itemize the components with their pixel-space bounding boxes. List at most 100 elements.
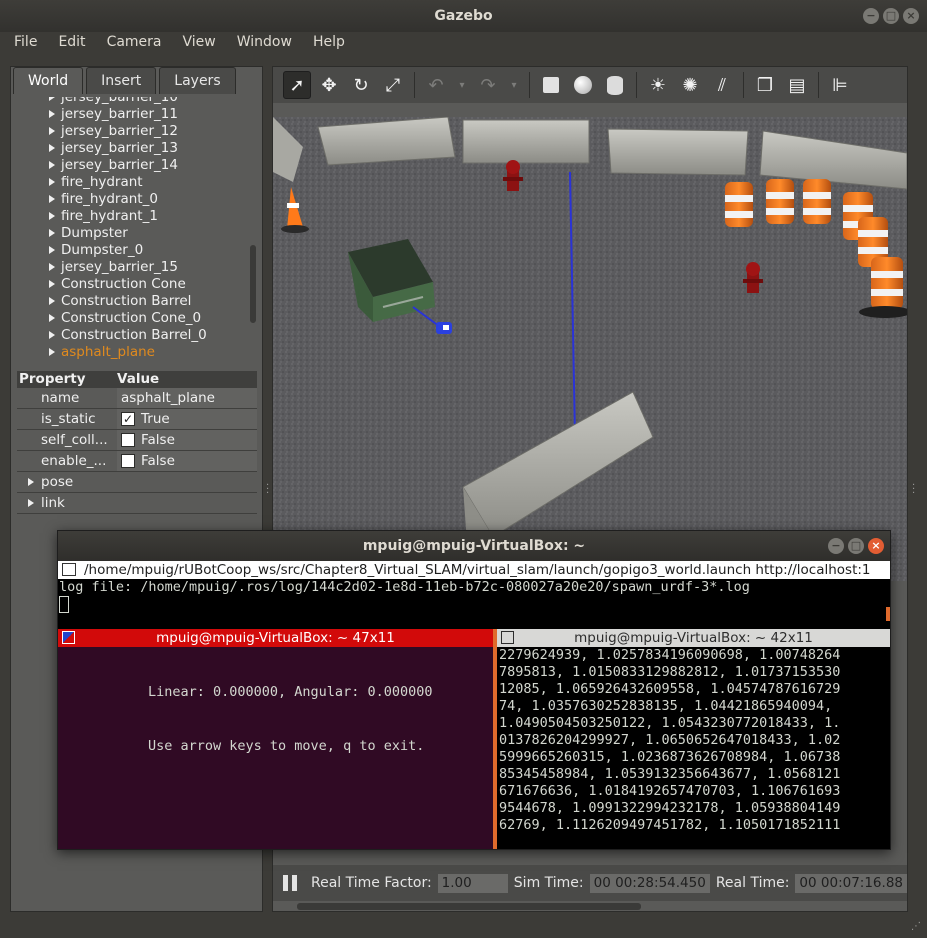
tree-item[interactable]: fire_hydrant (15, 174, 258, 191)
tree-item[interactable]: jersey_barrier_13 (15, 140, 258, 157)
undo-icon[interactable]: ↶ (422, 71, 450, 99)
minimize-icon[interactable]: − (828, 538, 844, 554)
tree-scrollbar[interactable] (250, 245, 256, 323)
tab-world[interactable]: World (13, 67, 84, 94)
output-line: 5999665260315, 1.0236873626708984, 1.067… (499, 749, 841, 765)
tree-item[interactable]: Construction Barrel_0 (15, 327, 258, 344)
maximize-icon[interactable]: □ (883, 8, 899, 24)
spot-light-icon[interactable]: ✺ (676, 71, 704, 99)
property-row-is-static: is_static ✓ True (17, 409, 257, 430)
splitter-handle-right[interactable]: · · · (912, 481, 915, 499)
tree-item[interactable]: fire_hydrant_1 (15, 208, 258, 225)
output-line: 74, 1.0357630252838135, 1.04421865940094… (499, 698, 833, 714)
enable-wind-checkbox[interactable] (121, 454, 135, 468)
copy-icon[interactable]: ❐ (751, 71, 779, 99)
translate-icon[interactable]: ✥ (315, 71, 343, 99)
maximize-icon[interactable]: □ (848, 538, 864, 554)
redo-dropdown-icon[interactable]: ▾ (506, 71, 522, 99)
value-column-header: Value (117, 371, 160, 387)
tree-item[interactable]: fire_hydrant_0 (15, 191, 258, 208)
property-key: name (41, 390, 80, 406)
align-icon[interactable]: ⊫ (826, 71, 854, 99)
toolbar-separator (743, 72, 744, 98)
tree-item[interactable]: jersey_barrier_15 (15, 259, 258, 276)
teleop-pane[interactable]: mpuig@mpuig-VirtualBox: ~ 47x11 Linear: … (58, 629, 493, 849)
terminal-tab-command[interactable]: /home/mpuig/rUBotCoop_ws/src/Chapter8_Vi… (58, 561, 890, 579)
tree-item[interactable]: jersey_barrier_10 (15, 97, 258, 106)
undo-dropdown-icon[interactable]: ▾ (454, 71, 470, 99)
menu-help[interactable]: Help (306, 32, 359, 56)
resize-grip[interactable]: ⋰ (911, 921, 921, 932)
tree-item[interactable]: jersey_barrier_11 (15, 106, 258, 123)
close-icon[interactable]: × (903, 8, 919, 24)
property-column-header: Property (19, 371, 86, 387)
sun-light-icon[interactable]: ☀ (644, 71, 672, 99)
model-tree[interactable]: jersey_barrier_10 jersey_barrier_11 jers… (15, 97, 258, 365)
menu-view[interactable]: View (176, 32, 230, 56)
horizontal-scrollbar[interactable] (297, 903, 641, 910)
menubar: File Edit Camera View Window Help (0, 32, 927, 56)
tree-item[interactable]: Construction Cone_0 (15, 310, 258, 327)
sphere-shape-icon[interactable] (569, 71, 597, 99)
property-group-link[interactable]: link (17, 493, 257, 514)
select-arrow-icon[interactable]: ➚ (283, 71, 311, 99)
scene-toolbar: ➚ ✥ ↻ ⤢ ↶ ▾ ↷ ▾ ☀ ✺ ⫽ ❐ ▤ ⊫ (273, 67, 907, 103)
toolbar-separator (529, 72, 530, 98)
minimize-icon[interactable]: − (863, 8, 879, 24)
tree-item-selected[interactable]: asphalt_plane (15, 344, 258, 361)
tree-item[interactable]: Dumpster (15, 225, 258, 242)
box-shape-icon[interactable] (537, 71, 565, 99)
scan-pane-title: mpuig@mpuig-VirtualBox: ~ 42x11 (497, 629, 890, 647)
rotate-icon[interactable]: ↻ (347, 71, 375, 99)
window-titlebar: Gazebo − □ × (0, 0, 927, 32)
terminal-window-controls: − □ × (828, 538, 884, 554)
property-group-pose[interactable]: pose (17, 472, 257, 493)
teleop-pane-title: mpuig@mpuig-VirtualBox: ~ 47x11 (58, 629, 493, 647)
tree-item[interactable]: Dumpster_0 (15, 242, 258, 259)
directional-light-icon[interactable]: ⫽ (708, 71, 736, 99)
property-row-self-collide: self_coll... False (17, 430, 257, 451)
tab-insert[interactable]: Insert (86, 67, 157, 94)
menu-file[interactable]: File (7, 32, 51, 56)
tree-item[interactable]: jersey_barrier_12 (15, 123, 258, 140)
property-key: self_coll... (41, 432, 108, 448)
output-line: 0137826204299927, 1.0650652647018433, 1.… (499, 732, 841, 748)
output-line: 2279624939, 1.0257834196090698, 1.007482… (499, 647, 841, 663)
output-line: 85345458984, 1.0539132356643677, 1.05681… (499, 766, 841, 782)
tree-item[interactable]: Construction Barrel (15, 293, 258, 310)
output-line: 671676636, 1.0184192657470703, 1.1067616… (499, 783, 841, 799)
gopigo3-robot (436, 322, 452, 334)
pause-icon[interactable] (283, 875, 297, 891)
redo-icon[interactable]: ↷ (474, 71, 502, 99)
terminal-cursor (59, 596, 69, 613)
teleop-instructions: Use arrow keys to move, q to exit. (148, 738, 425, 754)
property-key: is_static (41, 411, 96, 427)
paste-icon[interactable]: ▤ (783, 71, 811, 99)
left-panel-tabs: World Insert Layers (13, 67, 239, 95)
output-line: 9544678, 1.0991322994232178, 1.059388041… (499, 800, 841, 816)
window-controls: − □ × (863, 8, 919, 24)
scene-render (273, 117, 907, 581)
splitter-handle[interactable]: · · · (266, 481, 269, 499)
close-icon[interactable]: × (868, 538, 884, 554)
scale-icon[interactable]: ⤢ (379, 71, 407, 99)
self-collide-checkbox[interactable] (121, 433, 135, 447)
tree-item[interactable]: jersey_barrier_14 (15, 157, 258, 174)
property-value[interactable]: asphalt_plane (117, 388, 257, 408)
property-value: False (117, 451, 257, 471)
cylinder-shape-icon[interactable] (601, 71, 629, 99)
log-line: log file: /home/mpuig/.ros/log/144c2d02-… (59, 579, 750, 595)
tab-layers[interactable]: Layers (159, 67, 236, 94)
menu-window[interactable]: Window (230, 32, 306, 56)
menu-edit[interactable]: Edit (51, 32, 99, 56)
rtf-label: Real Time Factor: (311, 875, 432, 891)
output-line: 12085, 1.065926432609558, 1.045747876167… (499, 681, 841, 697)
real-time-value: 00 00:07:16.88 (795, 873, 907, 893)
3d-viewport[interactable] (273, 117, 907, 581)
is-static-checkbox[interactable]: ✓ (121, 412, 135, 426)
scan-output: 2279624939, 1.0257834196090698, 1.007482… (497, 647, 890, 849)
scan-echo-pane[interactable]: mpuig@mpuig-VirtualBox: ~ 42x11 22796249… (497, 629, 890, 849)
terminal-split-panes: mpuig@mpuig-VirtualBox: ~ 47x11 Linear: … (58, 629, 890, 849)
menu-camera[interactable]: Camera (100, 32, 176, 56)
tree-item[interactable]: Construction Cone (15, 276, 258, 293)
